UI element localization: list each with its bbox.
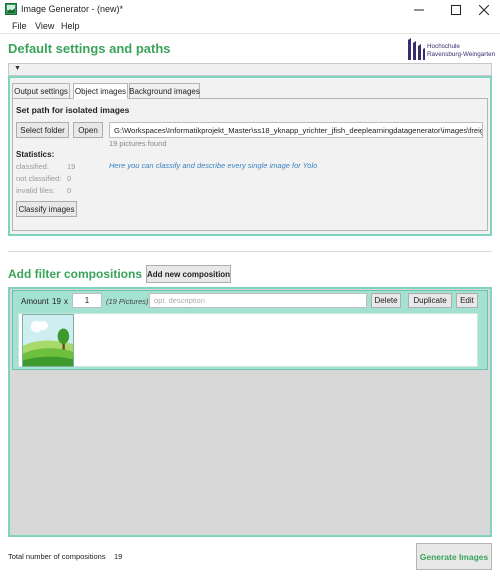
pictures-found-text: 19 pictures found <box>109 139 167 148</box>
section-title-filters: Add filter compositions <box>8 267 143 281</box>
statistics-heading: Statistics: <box>16 150 55 159</box>
total-compositions-label: Total number of compositions <box>8 552 106 561</box>
classify-hint: Here you can classify and describe every… <box>109 161 318 170</box>
stat-value-not-classified: 0 <box>67 174 72 183</box>
stat-value-classified: 19 <box>67 162 76 171</box>
multiply-label: x <box>64 297 68 306</box>
window-title: Image Generator - (new)* <box>21 4 124 14</box>
tab-background-images[interactable]: Background images <box>129 83 200 99</box>
stat-value-invalid-files: 0 <box>67 186 72 195</box>
picture-count: (19 Pictures) <box>106 297 149 306</box>
delete-button[interactable]: Delete <box>371 293 401 308</box>
stat-label-classified: classified: <box>16 162 49 171</box>
add-composition-button[interactable]: Add new composition <box>146 265 231 283</box>
tab-output-settings[interactable]: Output settings <box>12 83 70 99</box>
menu-view[interactable]: View <box>35 21 54 31</box>
logo-text: Ravensburg-Weingarten <box>427 51 496 58</box>
settings-collapse-bar[interactable]: ▼ <box>8 63 492 76</box>
description-input[interactable]: opt. description <box>149 293 367 308</box>
menu-help[interactable]: Help <box>61 21 80 31</box>
chevron-down-icon[interactable]: ▼ <box>14 65 21 72</box>
select-folder-button[interactable]: Select folder <box>16 122 69 138</box>
landscape-thumbnail[interactable] <box>22 314 74 367</box>
section-divider <box>8 251 492 252</box>
amount-label: Amount <box>21 297 49 306</box>
tab-object-images[interactable]: Object images <box>73 83 128 99</box>
amount-input[interactable]: 1 <box>72 293 102 308</box>
thumbnail-strip <box>18 313 478 367</box>
edit-button[interactable]: Edit <box>456 293 478 308</box>
menu-bar: File View Help <box>0 19 500 34</box>
close-icon[interactable] <box>468 0 500 19</box>
classify-images-button[interactable]: Classify images <box>16 201 77 217</box>
stat-label-not-classified: not classified: <box>16 174 62 183</box>
path-heading: Set path for isolated images <box>16 105 130 115</box>
logo-text: Hochschule <box>427 43 460 50</box>
stat-label-invalid-files: invalid files: <box>16 186 55 195</box>
open-button[interactable]: Open <box>73 122 103 138</box>
total-compositions-value: 19 <box>114 552 123 561</box>
menu-file[interactable]: File <box>12 21 27 31</box>
section-title-settings: Default settings and paths <box>8 41 171 56</box>
minimize-icon[interactable] <box>403 0 435 19</box>
duplicate-button[interactable]: Duplicate <box>408 293 452 308</box>
app-icon <box>5 3 17 15</box>
generate-images-button[interactable]: Generate Images <box>416 543 492 570</box>
amount-value: 19 <box>52 297 61 306</box>
path-input[interactable]: G:\Workspaces\Informatikprojekt_Master\s… <box>109 122 483 138</box>
